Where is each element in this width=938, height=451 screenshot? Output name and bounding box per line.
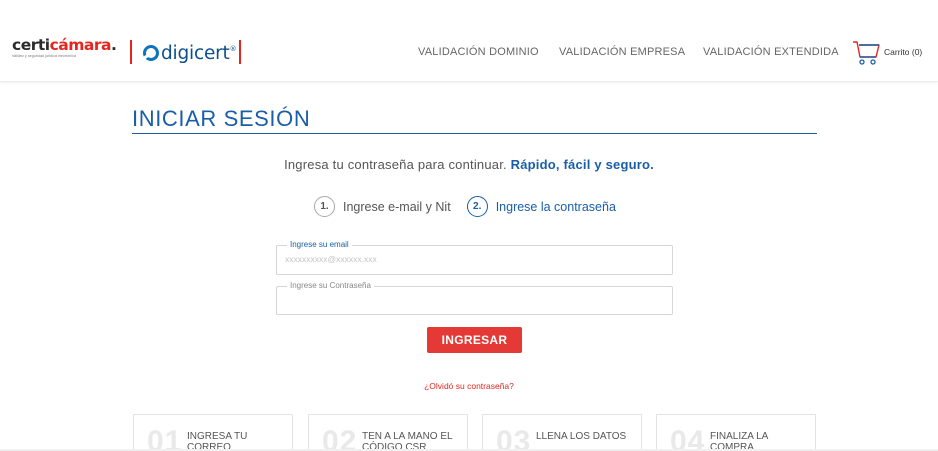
step-1-number: 1.: [314, 196, 335, 217]
process-card-text: INGRESA TU CORREO: [187, 431, 248, 451]
process-card-text: LLENA LOS DATOS: [536, 431, 627, 442]
password-fieldset: Ingrese su Contraseña: [276, 282, 673, 315]
shopping-cart-icon[interactable]: [852, 40, 880, 66]
logo-divider: [130, 40, 132, 64]
step-2: 2. Ingrese la contraseña: [466, 196, 616, 217]
step-2-label: Ingrese la contraseña: [495, 199, 616, 214]
process-card: 03 LLENA LOS DATOS: [482, 414, 642, 451]
site-header: certicámara. Validez y seguridad jurídic…: [0, 0, 938, 82]
process-card-text: FINALIZA LA COMPRA: [710, 431, 768, 451]
process-card-number: 03: [496, 425, 532, 451]
nav-validacion-dominio[interactable]: VALIDACIÓN DOMINIO: [418, 46, 539, 58]
process-card: 01 INGRESA TU CORREO: [133, 414, 293, 451]
nav-validacion-extendida[interactable]: VALIDACIÓN EXTENDIDA: [703, 46, 839, 58]
login-button[interactable]: INGRESAR: [427, 327, 522, 353]
certicamara-logo-prefix: certi: [12, 36, 50, 54]
intro-text-main: Ingresa tu contraseña para continuar.: [284, 157, 507, 172]
page-title: INICIAR SESIÓN: [132, 106, 311, 131]
certicamara-tagline: Validez y seguridad jurídica electrónica: [12, 54, 77, 58]
email-field-label: Ingrese su email: [290, 240, 349, 249]
forgot-password-link[interactable]: ¿Olvidó su contraseña?: [0, 381, 938, 391]
intro-text-highlight: Rápido, fácil y seguro.: [510, 157, 654, 172]
step-2-number: 2.: [466, 196, 488, 217]
step-1-label: Ingrese e-mail y Nit: [343, 199, 451, 214]
login-steps: 1. Ingrese e-mail y Nit 2. Ingrese la co…: [314, 196, 632, 217]
certicamara-logo-suffix: .: [110, 36, 117, 54]
certicamara-logo[interactable]: certicámara. Validez y seguridad jurídic…: [12, 36, 120, 66]
process-card-number: 01: [147, 425, 183, 451]
process-card-number: 04: [670, 425, 706, 451]
password-field-label: Ingrese su Contraseña: [290, 281, 371, 290]
process-card-text: TEN A LA MANO EL CÓDIGO CSR: [362, 431, 453, 451]
digicert-logo-text: digicert®: [161, 42, 237, 64]
email-field[interactable]: [285, 251, 664, 267]
process-card-number: 02: [322, 425, 358, 451]
step-1: 1. Ingrese e-mail y Nit: [314, 196, 451, 217]
email-fieldset: Ingrese su email: [276, 241, 673, 275]
digicert-mark-icon: [143, 45, 159, 61]
process-card: 02 TEN A LA MANO EL CÓDIGO CSR: [308, 414, 468, 451]
logo-divider: [239, 40, 241, 64]
password-field[interactable]: [285, 292, 664, 308]
certicamara-logo-accent: cámara: [49, 36, 112, 54]
digicert-logo[interactable]: digicert®: [143, 40, 237, 66]
intro-text: Ingresa tu contraseña para continuar. Rá…: [0, 157, 938, 172]
cart-label[interactable]: Carrito (0): [884, 47, 922, 57]
process-card: 04 FINALIZA LA COMPRA: [656, 414, 816, 451]
nav-validacion-empresa[interactable]: VALIDACIÓN EMPRESA: [559, 46, 685, 58]
title-divider: [132, 133, 817, 134]
